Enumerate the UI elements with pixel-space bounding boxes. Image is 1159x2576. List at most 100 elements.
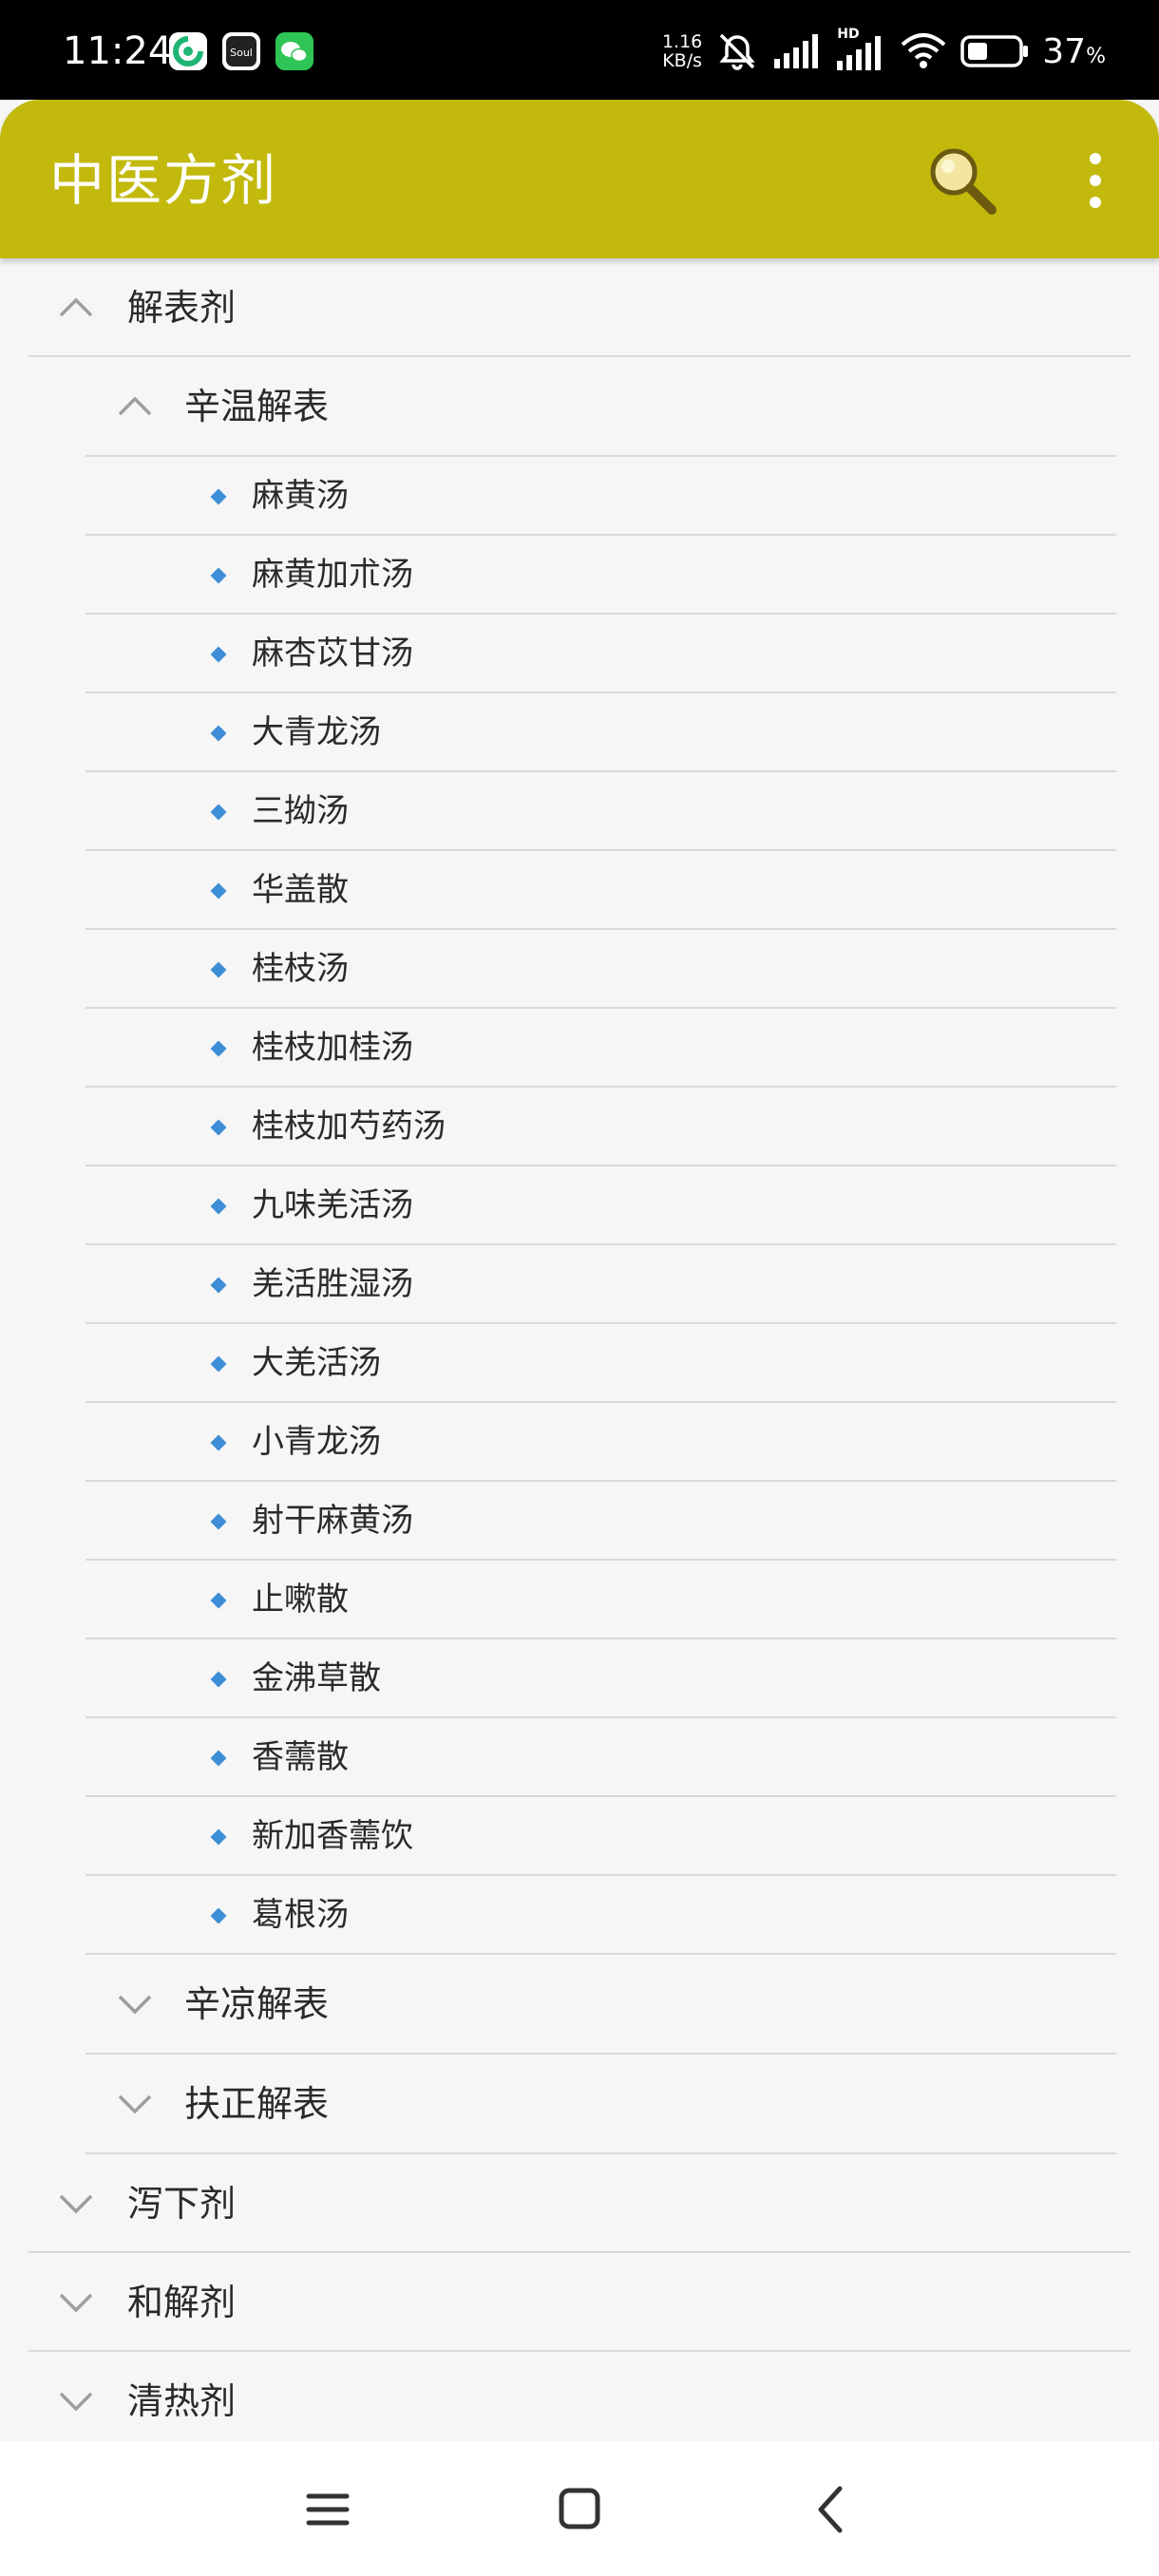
category-row-label: 解表剂 xyxy=(127,287,237,329)
formula-item-label: 射干麻黄汤 xyxy=(252,1502,413,1540)
formula-item-label: 羌活胜湿汤 xyxy=(252,1265,413,1303)
formula-item[interactable]: 止嗽散 xyxy=(0,1561,1159,1639)
diamond-bullet-icon xyxy=(210,646,227,663)
diamond-bullet-icon xyxy=(210,961,227,978)
diamond-bullet-icon xyxy=(210,1513,227,1530)
formula-item[interactable]: 小青龙汤 xyxy=(0,1403,1159,1482)
formula-item-label: 麻黄汤 xyxy=(252,477,349,515)
formula-item-label: 桂枝加桂汤 xyxy=(252,1029,413,1067)
more-vert-dot xyxy=(1090,153,1101,164)
diamond-bullet-icon xyxy=(210,1355,227,1373)
back-button[interactable] xyxy=(798,2479,864,2540)
diamond-bullet-icon xyxy=(210,1277,227,1294)
formula-item[interactable]: 桂枝加芍药汤 xyxy=(0,1088,1159,1166)
signal-1-icon xyxy=(774,34,819,68)
subcategory-row[interactable]: 扶正解表 xyxy=(0,2055,1159,2154)
formula-item[interactable]: 麻杏苡甘汤 xyxy=(0,615,1159,693)
formula-item-label: 大青龙汤 xyxy=(252,713,381,751)
formula-item[interactable]: 新加香薷饮 xyxy=(0,1797,1159,1876)
diamond-bullet-icon xyxy=(210,1198,227,1215)
formula-item[interactable]: 麻黄汤 xyxy=(0,457,1159,536)
formula-item-label: 九味羌活汤 xyxy=(252,1186,413,1224)
formula-item-label: 小青龙汤 xyxy=(252,1423,381,1461)
category-row-label: 泻下剂 xyxy=(127,2183,237,2225)
net-speed: 1.16 KB/s xyxy=(662,32,702,70)
diamond-bullet-icon xyxy=(210,1828,227,1846)
formula-tree-list: 解表剂辛温解表麻黄汤麻黄加朮汤 麻杏苡甘汤大青龙汤三拗汤华盖散桂枝汤桂枝加桂汤桂枝… xyxy=(0,258,1159,2451)
category-row-label: 清热剂 xyxy=(127,2380,237,2422)
alarm-muted-icon xyxy=(719,33,755,70)
diamond-bullet-icon xyxy=(210,1434,227,1451)
svg-text:Soul: Soul xyxy=(230,47,253,59)
formula-item[interactable]: 羌活胜湿汤 xyxy=(0,1245,1159,1324)
diamond-bullet-icon xyxy=(210,1119,227,1136)
more-vert-dot xyxy=(1090,197,1101,208)
chevron-down-icon xyxy=(59,2194,93,2214)
diamond-bullet-icon xyxy=(210,1750,227,1767)
formula-item[interactable]: 九味羌活汤 xyxy=(0,1166,1159,1245)
more-options-button[interactable] xyxy=(1072,145,1119,216)
category-row-label: 和解剂 xyxy=(127,2282,237,2323)
diamond-bullet-icon xyxy=(210,1907,227,1924)
chevron-down-icon xyxy=(59,2392,93,2412)
diamond-bullet-icon xyxy=(210,1040,227,1057)
formula-item-label: 新加香薷饮 xyxy=(252,1817,413,1855)
home-button[interactable] xyxy=(546,2479,613,2540)
formula-item[interactable]: 华盖散 xyxy=(0,851,1159,930)
net-speed-value: 1.16 xyxy=(661,31,703,52)
subcategory-row[interactable]: 辛凉解表 xyxy=(0,1955,1159,2055)
status-time: 11:24 xyxy=(63,29,173,73)
recent-apps-button[interactable] xyxy=(294,2479,361,2540)
search-icon xyxy=(930,148,997,215)
diamond-bullet-icon xyxy=(210,1671,227,1688)
formula-item[interactable]: 葛根汤 xyxy=(0,1876,1159,1955)
app-title: 中医方剂 xyxy=(49,148,278,213)
navigation-bar xyxy=(0,2441,1159,2576)
signal-2-icon: HD xyxy=(835,27,886,72)
diamond-bullet-icon xyxy=(210,567,227,584)
formula-item[interactable]: 大青龙汤 xyxy=(0,693,1159,772)
search-button[interactable] xyxy=(920,138,1005,223)
chevron-up-icon xyxy=(118,396,152,416)
battery-icon xyxy=(960,35,1029,67)
subcategory-row-label: 辛凉解表 xyxy=(184,1983,330,2025)
formula-item[interactable]: 香薷散 xyxy=(0,1718,1159,1797)
subcategory-row[interactable]: 辛温解表 xyxy=(0,357,1159,457)
formula-item[interactable]: 金沸草散 xyxy=(0,1639,1159,1718)
app-notification-icon xyxy=(169,32,207,70)
category-row[interactable]: 解表剂 xyxy=(0,258,1159,357)
category-row[interactable]: 和解剂 xyxy=(0,2253,1159,2352)
net-speed-unit: KB/s xyxy=(662,50,703,71)
diamond-bullet-icon xyxy=(210,488,227,505)
formula-item-label: 桂枝汤 xyxy=(252,950,349,988)
home-icon xyxy=(559,2488,600,2529)
more-vert-dot xyxy=(1090,175,1101,186)
menu-icon xyxy=(306,2493,350,2526)
formula-item[interactable]: 桂枝汤 xyxy=(0,930,1159,1009)
formula-item-label: 华盖散 xyxy=(252,871,349,909)
diamond-bullet-icon xyxy=(210,725,227,742)
category-row[interactable]: 泻下剂 xyxy=(0,2154,1159,2253)
formula-item[interactable]: 麻黄加朮汤 xyxy=(0,536,1159,615)
formula-item[interactable]: 射干麻黄汤 xyxy=(0,1482,1159,1561)
soul-app-icon: Soul xyxy=(222,32,260,70)
subcategory-row-label: 扶正解表 xyxy=(184,2083,330,2125)
formula-item-label: 桂枝加芍药汤 xyxy=(252,1108,446,1146)
diamond-bullet-icon xyxy=(210,882,227,900)
formula-item[interactable]: 三拗汤 xyxy=(0,772,1159,851)
app-bar: 中医方剂 xyxy=(0,100,1159,258)
wifi-icon xyxy=(901,33,946,68)
chevron-down-icon xyxy=(118,1995,152,2015)
status-bar: 11:24 Soul 1.16 KB/s HD 37% xyxy=(0,0,1159,100)
formula-item[interactable]: 桂枝加桂汤 xyxy=(0,1009,1159,1088)
formula-item-label: 止嗽散 xyxy=(252,1581,349,1619)
diamond-bullet-icon xyxy=(210,1592,227,1609)
formula-item-label: 大羌活汤 xyxy=(252,1344,381,1382)
chevron-down-icon xyxy=(118,2094,152,2114)
back-icon xyxy=(818,2486,843,2533)
formula-item[interactable]: 大羌活汤 xyxy=(0,1324,1159,1403)
battery-percent: 37% xyxy=(1042,31,1106,71)
status-indicators: 1.16 KB/s HD 37% xyxy=(662,27,1106,76)
category-row[interactable]: 清热剂 xyxy=(0,2352,1159,2451)
wechat-icon xyxy=(276,32,314,70)
